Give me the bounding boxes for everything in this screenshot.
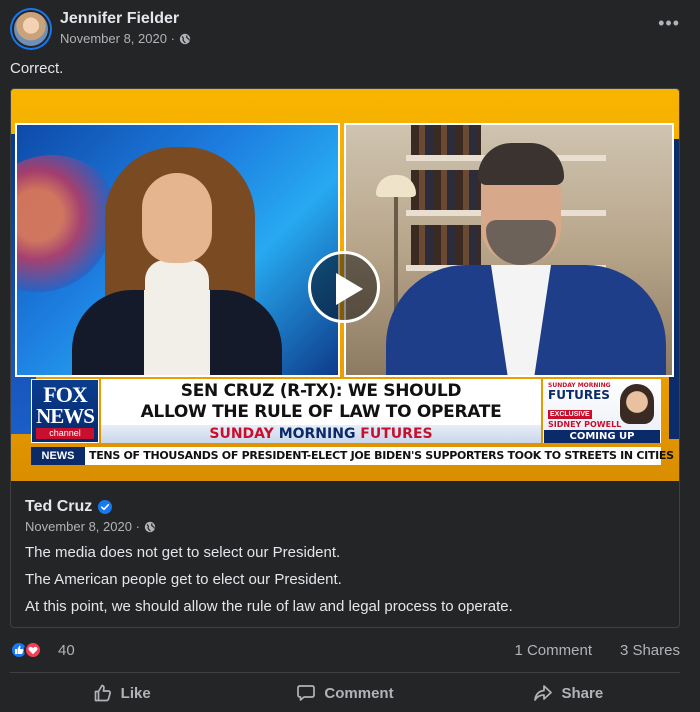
shared-text-line: The American people get to elect our Pre… xyxy=(25,571,342,588)
show-name-part-2: MORNING xyxy=(278,426,356,442)
video-panel-guest xyxy=(344,123,674,377)
show-name-bar: SUNDAY MORNING FUTURES xyxy=(101,425,541,443)
post-meta: November 8, 2020 · xyxy=(60,31,191,46)
ticker-label: NEWS xyxy=(31,447,85,465)
comment-label: Comment xyxy=(324,684,394,702)
author-name[interactable]: Jennifer Fielder xyxy=(60,10,179,28)
promo-coming-up: COMING UP xyxy=(544,430,660,443)
globe-icon xyxy=(144,521,156,532)
logo-channel-text: channel xyxy=(36,428,94,439)
shared-post-card: FOX NEWS channel SEN CRUZ (R-TX): WE SHO… xyxy=(10,88,680,628)
share-button[interactable]: Share xyxy=(457,676,680,710)
promo-title: SUNDAY MORNING FUTURES xyxy=(548,382,611,401)
shared-author: Ted Cruz xyxy=(25,498,113,516)
guest-beard xyxy=(486,220,556,265)
books xyxy=(411,225,481,265)
video-panel-anchor xyxy=(15,123,340,377)
show-name-part-3: FUTURES xyxy=(355,426,433,442)
thumbs-up-icon xyxy=(94,684,111,702)
action-divider xyxy=(10,672,680,673)
ticker-text: TENS OF THOUSANDS OF PRESIDENT-ELECT JOE… xyxy=(89,449,674,462)
books xyxy=(411,125,481,155)
globe-icon xyxy=(179,33,191,44)
promo-exclusive-badge: EXCLUSIVE xyxy=(548,410,592,419)
shared-meta: November 8, 2020 · xyxy=(25,519,156,534)
reactions-row: 40 1 Comment 3 Shares xyxy=(10,640,680,660)
shared-date[interactable]: November 8, 2020 · xyxy=(25,519,140,534)
like-label: Like xyxy=(120,684,151,702)
shared-text-line: The media does not get to select our Pre… xyxy=(25,544,341,561)
anchor-face xyxy=(142,173,212,263)
play-icon xyxy=(336,273,363,305)
reaction-icons[interactable] xyxy=(10,640,50,660)
comment-icon xyxy=(297,685,316,701)
shared-text-line: At this point, we should allow the rule … xyxy=(25,598,513,615)
action-bar: Like Comment Share xyxy=(10,676,680,710)
share-icon xyxy=(534,685,553,701)
love-reaction-icon xyxy=(24,641,42,659)
like-button[interactable]: Like xyxy=(10,676,233,710)
headline-line-1: SEN CRUZ (R-TX): WE SHOULD xyxy=(180,381,462,401)
promo-box: SUNDAY MORNING FUTURES EXCLUSIVE SIDNEY … xyxy=(543,379,661,443)
more-options-icon[interactable]: ••• xyxy=(658,14,680,32)
books xyxy=(411,170,481,210)
lamp xyxy=(376,175,416,197)
play-button[interactable] xyxy=(308,251,380,323)
video-thumbnail[interactable]: FOX NEWS channel SEN CRUZ (R-TX): WE SHO… xyxy=(11,89,679,481)
headline-box: SEN CRUZ (R-TX): WE SHOULD ALLOW THE RUL… xyxy=(101,379,541,425)
anchor-turtleneck xyxy=(145,260,209,350)
comment-button[interactable]: Comment xyxy=(233,676,456,710)
shared-author-name[interactable]: Ted Cruz xyxy=(25,498,92,516)
comment-count[interactable]: 1 Comment xyxy=(514,642,592,659)
guest-hair xyxy=(478,143,564,185)
post-text: Correct. xyxy=(10,60,64,77)
show-name-part-1: SUNDAY xyxy=(209,426,279,442)
share-label: Share xyxy=(561,684,604,702)
news-lower-third: FOX NEWS channel SEN CRUZ (R-TX): WE SHO… xyxy=(31,379,661,443)
promo-title-text: FUTURES xyxy=(548,388,610,402)
promo-guest-photo xyxy=(620,384,654,424)
news-ticker: NEWS TENS OF THOUSANDS OF PRESIDENT-ELEC… xyxy=(31,447,674,465)
verified-badge-icon xyxy=(98,500,113,514)
promo-guest-name: SIDNEY POWELL xyxy=(548,420,622,429)
headline-line-2: ALLOW THE RULE OF LAW TO OPERATE xyxy=(140,402,502,422)
post-date[interactable]: November 8, 2020 · xyxy=(60,31,175,46)
logo-fox-text: FOX xyxy=(43,382,87,407)
share-count[interactable]: 3 Shares xyxy=(620,642,680,659)
lamp-stand xyxy=(394,197,398,317)
post-header: Jennifer Fielder November 8, 2020 · ••• xyxy=(10,8,690,52)
fox-news-logo: FOX NEWS channel xyxy=(31,379,99,443)
author-avatar[interactable] xyxy=(10,8,52,50)
logo-news-text: NEWS xyxy=(36,404,95,428)
reaction-count[interactable]: 40 xyxy=(58,642,75,659)
